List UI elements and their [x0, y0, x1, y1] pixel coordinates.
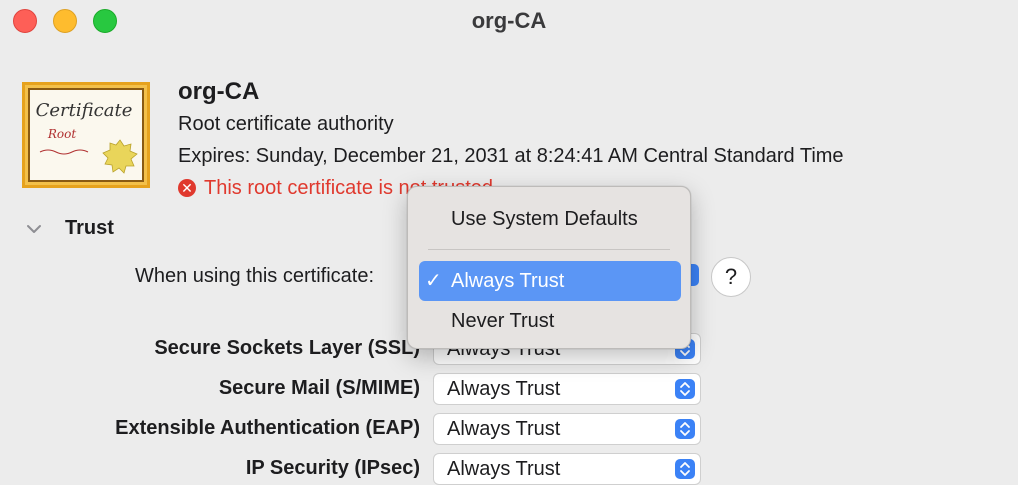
- help-button[interactable]: ?: [711, 257, 751, 297]
- window-title: org-CA: [471, 8, 547, 33]
- certificate-expiration: Expires: Sunday, December 21, 2031 at 8:…: [178, 145, 844, 167]
- error-icon: ✕: [178, 179, 196, 197]
- eap-label: Extensible Authentication (EAP): [115, 417, 420, 439]
- smime-label: Secure Mail (S/MIME): [218, 377, 420, 399]
- svg-text:Certificate: Certificate: [36, 100, 133, 121]
- certificate-type: Root certificate authority: [178, 113, 394, 135]
- menu-item-label: Never Trust: [451, 310, 555, 332]
- menu-separator: [428, 249, 670, 250]
- updown-icon: [675, 379, 695, 399]
- trust-popup-menu: Use System Defaults ✓ Always Trust Never…: [407, 186, 691, 349]
- menu-item-label: Use System Defaults: [451, 208, 638, 230]
- updown-icon: [675, 419, 695, 439]
- smime-trust-value: Always Trust: [447, 378, 561, 400]
- menu-item-label: Always Trust: [451, 270, 565, 292]
- title-bar: org-CA: [0, 0, 1018, 44]
- updown-icon: [675, 459, 695, 479]
- ipsec-trust-value: Always Trust: [447, 458, 561, 480]
- certificate-name: org-CA: [178, 78, 260, 105]
- ipsec-trust-select[interactable]: Always Trust: [433, 453, 701, 485]
- svg-text:Root: Root: [47, 127, 76, 141]
- when-using-label: When using this certificate:: [135, 265, 374, 287]
- menu-item-never-trust[interactable]: Never Trust: [419, 301, 681, 341]
- ipsec-label: IP Security (IPsec): [245, 457, 420, 479]
- checkmark-icon: ✓: [425, 270, 442, 292]
- menu-item-always-trust[interactable]: ✓ Always Trust: [419, 261, 681, 301]
- eap-trust-select[interactable]: Always Trust: [433, 413, 701, 445]
- certificate-icon: Certificate Root: [22, 82, 150, 188]
- trust-section-heading[interactable]: Trust: [65, 217, 114, 240]
- eap-trust-value: Always Trust: [447, 418, 561, 440]
- chevron-down-icon[interactable]: [26, 221, 42, 237]
- ssl-label: Secure Sockets Layer (SSL): [154, 337, 420, 359]
- menu-item-use-system-defaults[interactable]: Use System Defaults: [419, 199, 681, 239]
- smime-trust-select[interactable]: Always Trust: [433, 373, 701, 405]
